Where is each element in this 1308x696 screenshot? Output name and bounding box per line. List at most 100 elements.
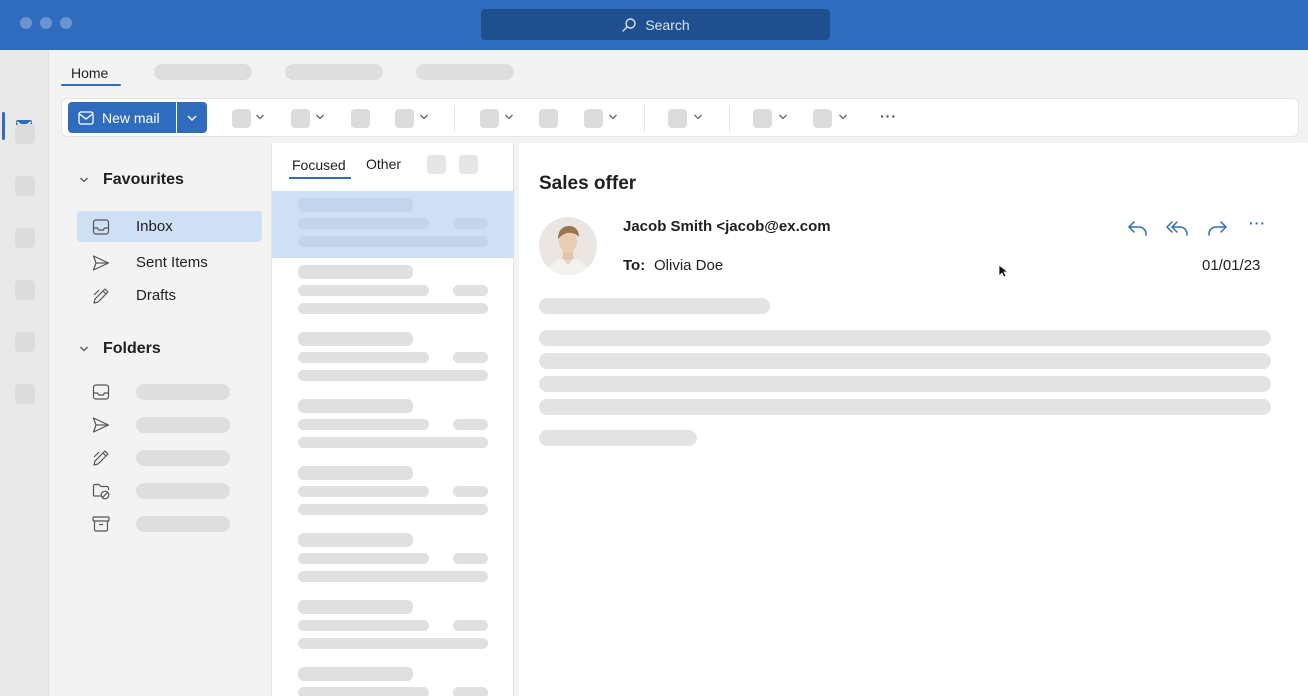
- tab-placeholder[interactable]: [416, 64, 514, 80]
- tab-home[interactable]: Home: [71, 65, 108, 81]
- rail-app-placeholder[interactable]: [15, 176, 35, 196]
- ribbon-button-placeholder[interactable]: [753, 109, 772, 128]
- chevron-down-icon: [80, 177, 88, 183]
- ribbon-button-placeholder[interactable]: [480, 109, 499, 128]
- chevron-down-icon[interactable]: [693, 112, 703, 122]
- app-rail: [0, 50, 49, 696]
- ribbon-separator: [454, 105, 455, 132]
- ribbon-separator: [729, 105, 730, 132]
- ribbon-tabs: Home: [49, 50, 1308, 90]
- favourites-header[interactable]: Favourites: [79, 171, 184, 189]
- list-item[interactable]: [272, 191, 514, 258]
- tab-active-underline: [61, 84, 121, 86]
- rail-app-placeholder[interactable]: [15, 124, 35, 144]
- ribbon-button-placeholder[interactable]: [232, 109, 251, 128]
- blocked-folder-icon: [92, 483, 110, 500]
- list-filter-button[interactable]: [427, 155, 446, 174]
- search-icon: [622, 17, 637, 32]
- rail-app-placeholder[interactable]: [15, 384, 35, 404]
- ribbon-button-placeholder[interactable]: [668, 109, 687, 128]
- inbox-icon: [92, 218, 110, 235]
- folder-name-placeholder[interactable]: [136, 516, 230, 532]
- chevron-down-icon[interactable]: [608, 112, 618, 122]
- folders-header[interactable]: Folders: [79, 340, 161, 358]
- ribbon-button-placeholder[interactable]: [351, 109, 370, 128]
- ribbon-toolbar: New mail ···: [61, 98, 1299, 137]
- new-mail-button[interactable]: New mail: [68, 102, 176, 133]
- folder-item-sent-items[interactable]: Sent Items: [77, 247, 262, 278]
- message-list: Focused Other: [271, 143, 514, 696]
- folder-name-placeholder[interactable]: [136, 417, 230, 433]
- tab-placeholder[interactable]: [285, 64, 383, 80]
- title-bar: Search: [0, 0, 1308, 50]
- ribbon-button-placeholder[interactable]: [539, 109, 558, 128]
- folder-label: Sent Items: [136, 254, 208, 271]
- archive-icon: [92, 516, 110, 532]
- window-minimize-button[interactable]: [40, 17, 52, 29]
- rail-app-placeholder[interactable]: [15, 332, 35, 352]
- window-close-button[interactable]: [20, 17, 32, 29]
- body-placeholder-line: [539, 376, 1271, 392]
- rail-app-placeholder[interactable]: [15, 228, 35, 248]
- more-actions-button[interactable]: ···: [1249, 215, 1266, 231]
- email-subject: Sales offer: [539, 173, 637, 194]
- body-placeholder-line: [539, 353, 1271, 369]
- body-placeholder-line: [539, 430, 697, 446]
- mouse-cursor-icon: [998, 264, 1008, 278]
- recipient-name: Olivia Doe: [654, 257, 724, 274]
- chevron-down-icon: [80, 346, 88, 352]
- favourites-label: Favourites: [103, 171, 184, 188]
- list-sort-button[interactable]: [459, 155, 478, 174]
- list-item[interactable]: [272, 526, 514, 593]
- list-item[interactable]: [272, 392, 514, 459]
- chevron-down-icon[interactable]: [778, 112, 788, 122]
- list-item[interactable]: [272, 258, 514, 325]
- body-placeholder-line: [539, 298, 770, 314]
- tab-other[interactable]: Other: [366, 156, 401, 172]
- search-placeholder: Search: [645, 16, 690, 33]
- folder-item-inbox[interactable]: Inbox: [77, 211, 262, 242]
- ribbon-button-placeholder[interactable]: [395, 109, 414, 128]
- new-mail-label: New mail: [102, 109, 160, 126]
- list-item[interactable]: [272, 325, 514, 392]
- chevron-down-icon[interactable]: [419, 112, 429, 122]
- rail-app-placeholder[interactable]: [15, 280, 35, 300]
- reply-all-icon: [1166, 221, 1188, 236]
- chevron-down-icon[interactable]: [255, 112, 265, 122]
- list-item[interactable]: [272, 593, 514, 660]
- chevron-down-icon[interactable]: [315, 112, 325, 122]
- reading-pane: Sales offer Jacob Smith <jacob@ex.com To…: [519, 143, 1308, 696]
- new-mail-dropdown-button[interactable]: [177, 102, 207, 133]
- send-icon: [92, 254, 110, 271]
- avatar[interactable]: [539, 217, 597, 275]
- list-item[interactable]: [272, 660, 514, 696]
- search-box[interactable]: Search: [481, 9, 830, 40]
- ribbon-button-placeholder[interactable]: [291, 109, 310, 128]
- chevron-down-icon[interactable]: [504, 112, 514, 122]
- drafts-icon: [93, 450, 109, 466]
- chevron-down-icon: [187, 115, 197, 121]
- reply-all-button[interactable]: [1165, 218, 1189, 238]
- folder-item-drafts[interactable]: Drafts: [77, 280, 262, 311]
- folder-name-placeholder[interactable]: [136, 483, 230, 499]
- rail-active-indicator: [2, 112, 5, 140]
- window-zoom-button[interactable]: [60, 17, 72, 29]
- email-date: 01/01/23: [1202, 257, 1261, 274]
- ribbon-more-button[interactable]: ···: [880, 108, 897, 124]
- tab-placeholder[interactable]: [154, 64, 252, 80]
- folder-label: Drafts: [136, 287, 177, 304]
- forward-button[interactable]: [1205, 218, 1229, 238]
- tab-focused[interactable]: Focused: [292, 157, 346, 173]
- ribbon-separator: [644, 105, 645, 132]
- list-item[interactable]: [272, 459, 514, 526]
- drafts-icon: [93, 287, 109, 304]
- body-placeholder-line: [539, 399, 1271, 415]
- inbox-icon: [92, 384, 110, 400]
- mail-icon: [78, 110, 94, 125]
- folder-name-placeholder[interactable]: [136, 384, 230, 400]
- ribbon-button-placeholder[interactable]: [813, 109, 832, 128]
- chevron-down-icon[interactable]: [838, 112, 848, 122]
- reply-button[interactable]: [1126, 218, 1150, 238]
- folder-name-placeholder[interactable]: [136, 450, 230, 466]
- ribbon-button-placeholder[interactable]: [584, 109, 603, 128]
